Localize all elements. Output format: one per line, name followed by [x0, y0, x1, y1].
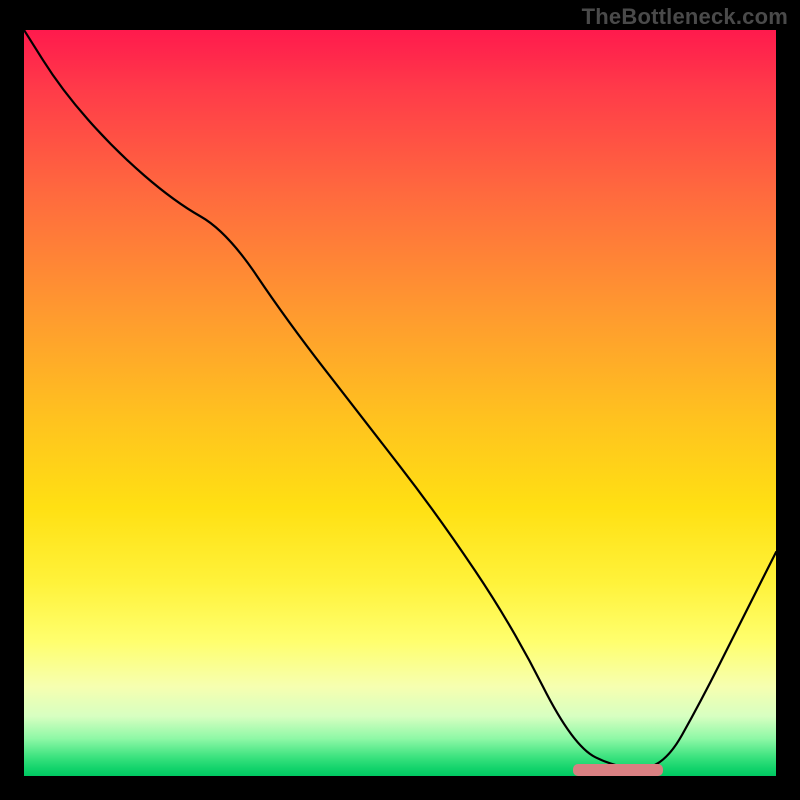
bottleneck-curve [24, 30, 776, 776]
optimal-range-marker [573, 764, 663, 776]
watermark-text: TheBottleneck.com [582, 4, 788, 30]
chart-frame: TheBottleneck.com [0, 0, 800, 800]
plot-area [24, 30, 776, 776]
